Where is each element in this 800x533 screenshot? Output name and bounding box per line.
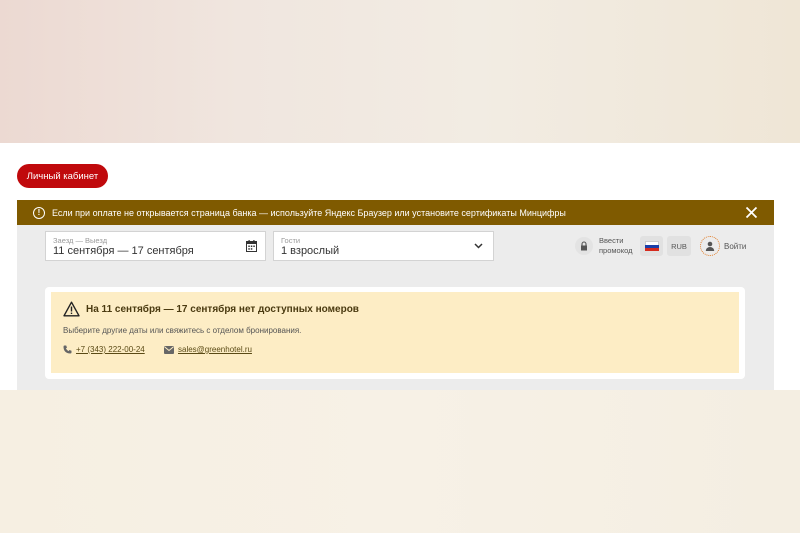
header-background-image xyxy=(0,0,800,143)
chevron-down-icon xyxy=(474,243,483,249)
promo-code-button[interactable]: Ввести промокод xyxy=(575,236,637,256)
exclamation-circle-icon: ! xyxy=(33,206,45,219)
phone-link[interactable]: +7 (343) 222-00-24 xyxy=(63,345,145,354)
guests-value: 1 взрослый xyxy=(281,245,340,257)
email-text: sales@greenhotel.ru xyxy=(178,345,252,354)
login-label: Войти xyxy=(724,241,747,251)
guests-field[interactable]: Гости 1 взрослый xyxy=(273,231,494,261)
availability-card: На 11 сентября — 17 сентября нет доступн… xyxy=(45,287,745,379)
alert-title: На 11 сентября — 17 сентября нет доступн… xyxy=(86,304,359,315)
currency-selector[interactable]: RUB xyxy=(667,236,691,256)
phone-text: +7 (343) 222-00-24 xyxy=(76,345,145,354)
guests-label: Гости xyxy=(281,236,301,245)
email-link[interactable]: sales@greenhotel.ru xyxy=(164,345,252,354)
user-icon xyxy=(700,236,720,256)
language-selector[interactable] xyxy=(640,236,663,256)
warning-triangle-icon xyxy=(63,301,80,317)
dates-label: Заезд — Выезд xyxy=(53,236,108,245)
footer-background-image xyxy=(0,390,800,533)
calendar-icon xyxy=(246,240,257,252)
mail-icon xyxy=(164,345,174,354)
login-button[interactable]: Войти xyxy=(700,236,746,256)
dates-value: 11 сентября — 17 сентября xyxy=(53,245,194,257)
no-rooms-alert: На 11 сентября — 17 сентября нет доступн… xyxy=(51,292,739,373)
payment-notice-bar: ! Если при оплате не открывается страниц… xyxy=(17,200,774,225)
alert-text: Выберите другие даты или свяжитесь с отд… xyxy=(63,326,302,335)
close-icon[interactable] xyxy=(745,206,758,219)
account-button[interactable]: Личный кабинет xyxy=(17,164,108,188)
dates-field[interactable]: Заезд — Выезд 11 сентября — 17 сентября xyxy=(45,231,266,261)
ru-flag-icon xyxy=(644,241,659,251)
notice-text: Если при оплате не открывается страница … xyxy=(52,207,566,218)
lock-icon xyxy=(575,237,593,255)
promo-code-label: Ввести промокод xyxy=(599,236,633,255)
phone-icon xyxy=(63,345,72,354)
